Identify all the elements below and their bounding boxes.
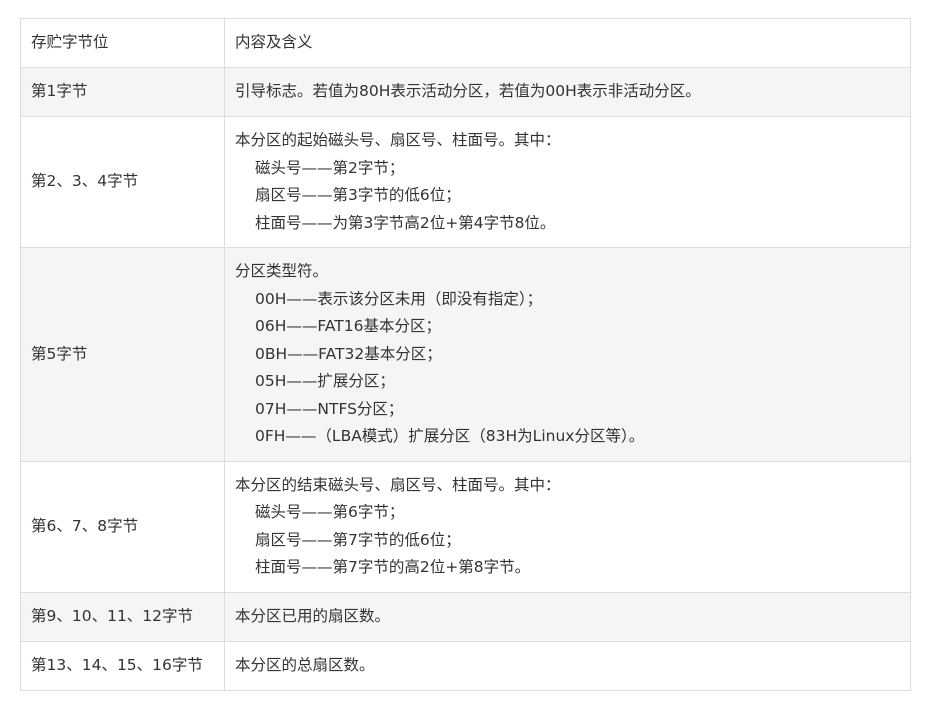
header-byte-position: 存贮字节位 xyxy=(20,18,225,68)
byte-position-cell: 第13、14、15、16字节 xyxy=(20,640,225,691)
byte-position-cell: 第9、10、11、12字节 xyxy=(20,591,225,642)
byte-position-cell: 第6、7、8字节 xyxy=(20,460,225,593)
table-row: 第9、10、11、12字节 本分区已用的扇区数。 xyxy=(20,591,911,642)
content-cell: 分区类型符。 00H——表示该分区未用（即没有指定）； 06H——FAT16基本… xyxy=(224,247,911,462)
table-row: 第1字节 引导标志。若值为80H表示活动分区，若值为00H表示非活动分区。 xyxy=(20,67,911,117)
content-line: 本分区已用的扇区数。 xyxy=(235,606,391,625)
content-line: 06H——FAT16基本分区； xyxy=(255,317,441,335)
table-row: 第6、7、8字节 本分区的结束磁头号、扇区号、柱面号。其中： 磁头号——第6字节… xyxy=(20,460,911,593)
table-header-row: 存贮字节位 内容及含义 xyxy=(20,18,911,68)
content-line: 磁头号——第2字节； xyxy=(255,158,405,177)
table-row: 第13、14、15、16字节 本分区的总扇区数。 xyxy=(20,640,911,691)
content-line: 引导标志。若值为80H表示活动分区，若值为00H表示非活动分区。 xyxy=(235,82,701,101)
byte-position-cell: 第2、3、4字节 xyxy=(20,116,225,248)
content-cell: 本分区的起始磁头号、扇区号、柱面号。其中： 磁头号——第2字节； 扇区号——第3… xyxy=(224,116,911,248)
content-line: 0BH——FAT32基本分区； xyxy=(255,344,442,363)
content-line: 柱面号——第7字节的高2位+第8字节。 xyxy=(255,558,531,576)
partition-entry-table: 存贮字节位 内容及含义 第1字节 引导标志。若值为80H表示活动分区，若值为00… xyxy=(20,18,911,691)
header-content-meaning: 内容及含义 xyxy=(224,18,911,68)
content-line: 分区类型符。 xyxy=(235,262,329,280)
content-line: 本分区的起始磁头号、扇区号、柱面号。其中： xyxy=(235,131,561,149)
byte-position-cell: 第1字节 xyxy=(20,67,225,117)
content-line: 本分区的总扇区数。 xyxy=(235,655,375,674)
content-line: 07H——NTFS分区； xyxy=(255,399,404,418)
content-line: 柱面号——为第3字节高2位+第4字节8位。 xyxy=(255,213,556,232)
content-line: 05H——扩展分区； xyxy=(255,372,395,390)
table-row: 第2、3、4字节 本分区的起始磁头号、扇区号、柱面号。其中： 磁头号——第2字节… xyxy=(20,116,911,248)
content-line: 本分区的结束磁头号、扇区号、柱面号。其中： xyxy=(235,475,561,494)
content-cell: 本分区的总扇区数。 xyxy=(224,640,911,691)
content-cell: 引导标志。若值为80H表示活动分区，若值为00H表示非活动分区。 xyxy=(224,67,911,117)
byte-position-cell: 第5字节 xyxy=(20,247,225,462)
content-line: 扇区号——第3字节的低6位； xyxy=(255,186,461,204)
content-cell: 本分区已用的扇区数。 xyxy=(224,591,911,642)
content-line: 磁头号——第6字节； xyxy=(255,503,405,521)
content-line: 扇区号——第7字节的低6位； xyxy=(255,530,461,549)
content-line: 0FH——（LBA模式）扩展分区（83H为Linux分区等）。 xyxy=(255,427,645,445)
content-line: 00H——表示该分区未用（即没有指定）； xyxy=(255,289,543,308)
table-row: 第5字节 分区类型符。 00H——表示该分区未用（即没有指定）； 06H——FA… xyxy=(20,247,911,462)
content-cell: 本分区的结束磁头号、扇区号、柱面号。其中： 磁头号——第6字节； 扇区号——第7… xyxy=(224,460,911,593)
